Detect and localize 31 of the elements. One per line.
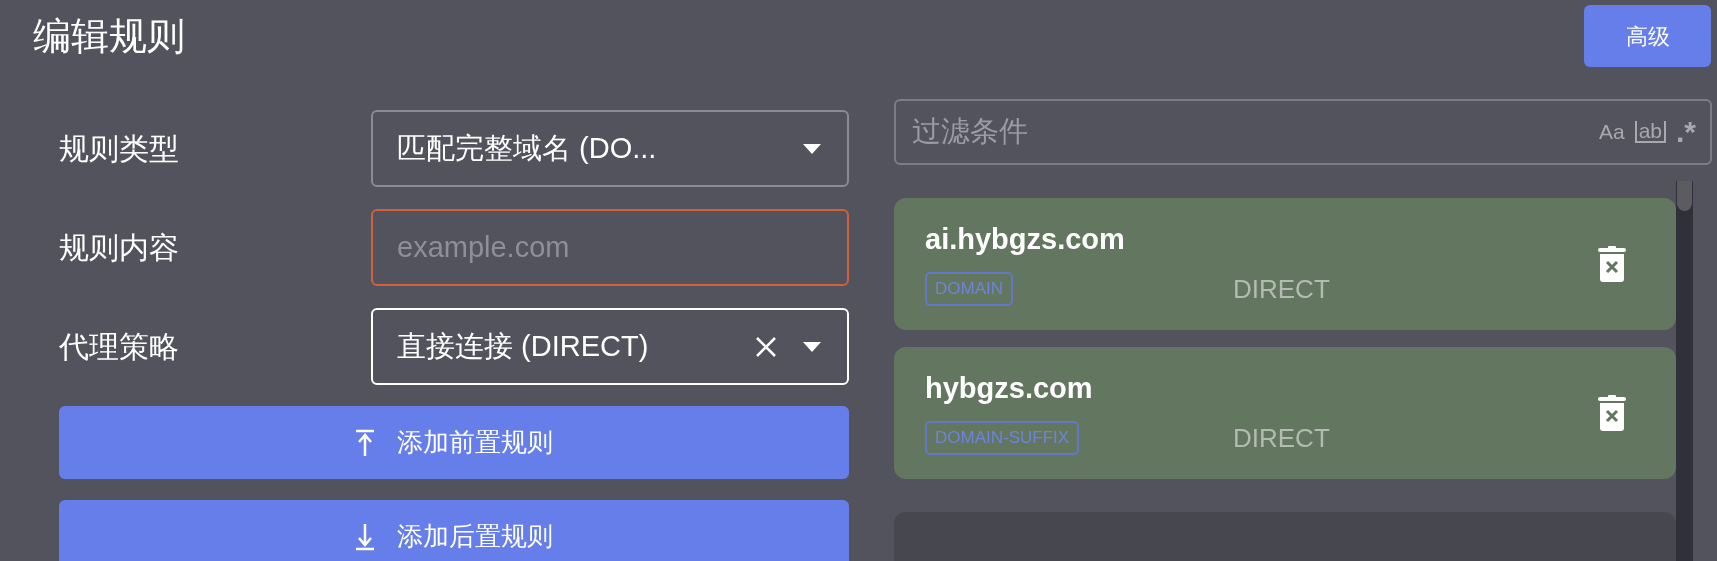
dropdown-caret-icon[interactable] (803, 341, 821, 352)
arrow-up-to-line-icon (355, 428, 375, 457)
select-field[interactable]: 直接连接 (DIRECT) (371, 308, 849, 385)
whole-word-toggle[interactable]: ab (1634, 121, 1666, 143)
match-case-toggle[interactable]: Aa (1598, 116, 1625, 148)
arrow-down-to-line-icon (355, 522, 375, 551)
add-after-button[interactable]: 添加后置规则 (59, 500, 849, 561)
field-label: 规则内容 (59, 230, 180, 266)
page-title: 编辑规则 (33, 14, 185, 59)
text-field[interactable]: example.com (371, 209, 849, 286)
dropdown-caret-icon[interactable] (803, 143, 821, 154)
rule-card[interactable]: hybgzs.com DOMAIN-SUFFIX DIRECT (894, 347, 1676, 479)
scrollbar-thumb[interactable] (1677, 181, 1692, 211)
field-label: 规则类型 (59, 131, 180, 167)
rule-type-tag: DOMAIN (925, 272, 1013, 306)
rule-type-tag: DOMAIN-SUFFIX (925, 421, 1080, 455)
rule-policy: DIRECT (1233, 272, 1331, 306)
field-label: 代理策略 (59, 329, 180, 365)
delete-icon[interactable] (1598, 395, 1626, 431)
scrollbar[interactable] (1676, 181, 1693, 561)
delete-icon[interactable] (1598, 246, 1626, 282)
add-before-button[interactable]: 添加前置规则 (59, 406, 849, 479)
filter-field[interactable]: 过滤条件 Aa ab .* (894, 99, 1712, 165)
rule-card[interactable]: ai.hybgzs.com DOMAIN DIRECT (894, 198, 1676, 330)
select-field[interactable]: 匹配完整域名 (DO... (371, 110, 849, 187)
regex-toggle[interactable]: .* (1676, 118, 1696, 146)
rule-content: hybgzs.com (925, 371, 1093, 406)
rule-policy: DIRECT (1233, 421, 1331, 455)
clear-icon[interactable] (755, 335, 777, 358)
advanced-button[interactable]: 高级 (1584, 5, 1711, 67)
rule-content: ai.hybgzs.com (925, 222, 1125, 257)
